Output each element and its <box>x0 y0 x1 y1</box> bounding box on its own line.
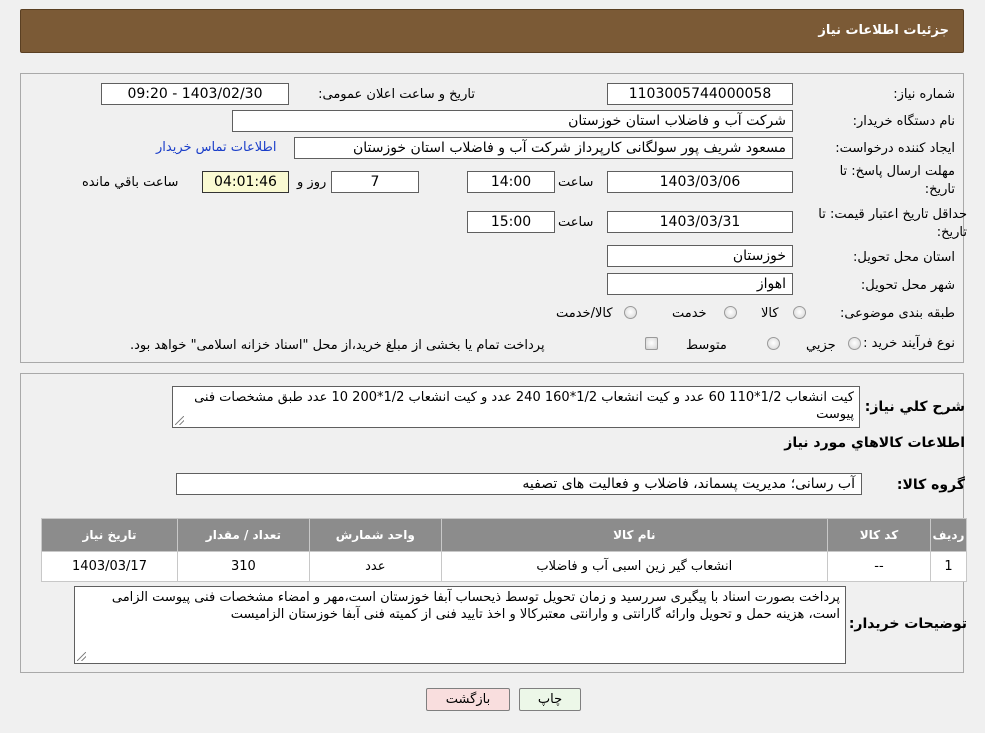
back-button[interactable]: بازگشت <box>426 688 510 711</box>
goods-group-field: آب رسانی؛ مدیریت پسماند، فاضلاب و فعالیت… <box>176 473 862 495</box>
col-unit: واحد شمارش <box>308 518 442 552</box>
category-radio-goods[interactable] <box>793 306 806 319</box>
buyer-org-label: نام دستگاه خریدار: <box>852 114 955 129</box>
validity-time-label: ساعت <box>558 215 594 230</box>
print-button[interactable]: چاپ <box>519 688 581 711</box>
city-field: اهواز <box>607 273 793 295</box>
need-number-field: 1103005744000058 <box>607 83 793 105</box>
payment-note: پرداخت تمام یا بخشی از مبلغ خرید،از محل … <box>130 338 545 353</box>
deadline-time-label: ساعت <box>558 175 594 190</box>
process-radio-medium[interactable] <box>767 337 780 350</box>
col-goods-code: کد کالا <box>826 518 931 552</box>
cell-quantity: 310 <box>177 551 310 582</box>
summary-resize-handle[interactable] <box>175 416 184 425</box>
category-option-service: خدمت <box>672 306 707 321</box>
goods-info-title: اطلاعات کالاهاي مورد نياز <box>784 435 965 451</box>
cell-goods-code: -- <box>826 551 931 582</box>
city-label: شهر محل تحویل: <box>860 278 955 293</box>
announce-label: تاریخ و ساعت اعلان عمومی: <box>318 87 475 102</box>
deadline-date-field: 1403/03/06 <box>607 171 793 193</box>
deadline-label: مهلت ارسال پاسخ: تا تاریخ: <box>839 164 955 197</box>
page-title: جزئیات اطلاعات نیاز <box>818 23 949 38</box>
cell-unit: عدد <box>308 551 442 582</box>
cell-row-number: 1 <box>929 551 968 582</box>
process-radio-minor[interactable] <box>848 337 861 350</box>
deadline-time-field: 14:00 <box>467 171 555 193</box>
treasury-checkbox[interactable] <box>645 337 658 350</box>
remaining-time-field: 04:01:46 <box>202 171 289 193</box>
days-field: 7 <box>331 171 419 193</box>
cell-goods-name: انشعاب گیر زین اسبی آب و فاضلاب <box>440 551 828 582</box>
goods-group-label: گروه کالا: <box>896 477 965 493</box>
process-option-medium: متوسط <box>686 338 727 353</box>
process-label: نوع فرآیند خرید : <box>863 336 955 351</box>
validity-date-field: 1403/03/31 <box>607 211 793 233</box>
summary-label: شرح کلي نياز: <box>864 399 965 415</box>
category-option-goods: کالا <box>761 306 779 321</box>
buyer-notes-label: توضیحات خریدار: <box>848 616 967 632</box>
need-number-label: شماره نیاز: <box>893 87 955 102</box>
creator-label: ایجاد کننده درخواست: <box>835 141 955 156</box>
province-label: استان محل تحویل: <box>853 250 955 265</box>
announce-field: 1403/02/30 - 09:20 <box>101 83 289 105</box>
category-label: طبقه بندی موضوعی: <box>839 306 955 321</box>
buyer-notes-resize-handle[interactable] <box>77 652 86 661</box>
process-option-minor: جزیي <box>806 338 836 353</box>
goods-table-header: ردیف کد کالا نام کالا واحد شمارش تعداد /… <box>41 518 968 552</box>
col-need-date: تاریخ نیاز <box>41 518 178 552</box>
table-row: 1 -- انشعاب گیر زین اسبی آب و فاضلاب عدد… <box>41 551 968 582</box>
col-row-number: ردیف <box>929 518 968 552</box>
cell-need-date: 1403/03/17 <box>41 551 178 582</box>
validity-time-field: 15:00 <box>467 211 555 233</box>
buyer-contact-link[interactable]: اطلاعات تماس خریدار <box>156 140 276 155</box>
remaining-label: ساعت باقي مانده <box>82 175 179 190</box>
days-label: روز و <box>297 175 327 190</box>
category-radio-goods-service[interactable] <box>624 306 637 319</box>
col-goods-name: نام کالا <box>440 518 828 552</box>
page-header: جزئیات اطلاعات نیاز <box>20 9 964 53</box>
validity-label: حداقل تاریخ اعتبار قیمت: تا تاریخ: <box>818 207 967 240</box>
province-field: خوزستان <box>607 245 793 267</box>
creator-field: مسعود شریف پور سولگانی کارپرداز شرکت آب … <box>294 137 793 159</box>
buyer-org-field: شرکت آب و فاضلاب استان خوزستان <box>232 110 793 132</box>
col-quantity: تعداد / مقدار <box>177 518 310 552</box>
category-option-goods-service: کالا/خدمت <box>556 306 613 321</box>
summary-textarea[interactable]: کیت انشعاب 1/2*110 60 عدد و کیت انشعاب 1… <box>172 386 860 428</box>
category-radio-service[interactable] <box>724 306 737 319</box>
buyer-notes-textarea[interactable]: پرداخت بصورت اسناد با پیگیری سررسید و زم… <box>74 586 846 664</box>
goods-table: ردیف کد کالا نام کالا واحد شمارش تعداد /… <box>41 518 968 582</box>
